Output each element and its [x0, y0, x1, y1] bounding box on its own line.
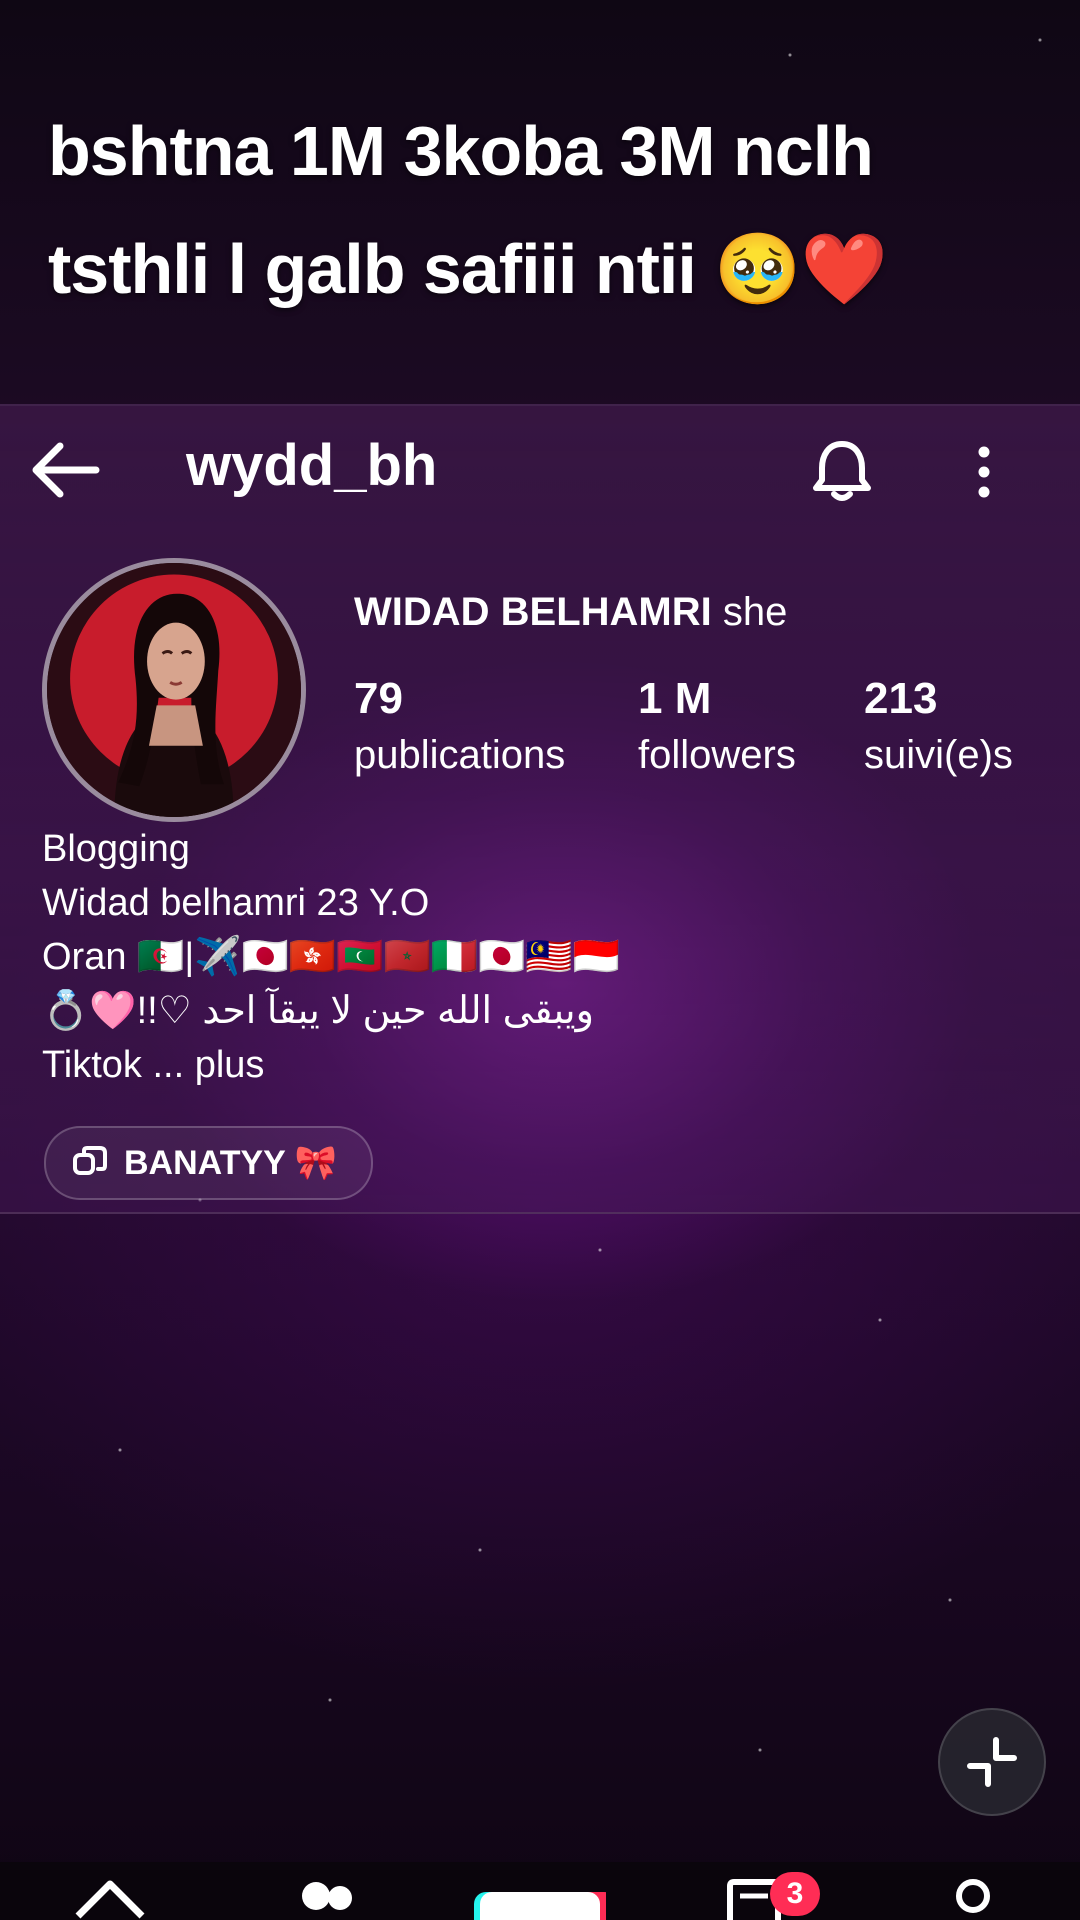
stat-label: suivi(e)s [864, 733, 1013, 777]
caption-line-2: tsthli l galb safiii ntii 🥹❤️ [48, 210, 1038, 328]
profile-username: wydd_bh [186, 433, 438, 498]
bio-line: Blogging [42, 828, 190, 870]
friends-icon[interactable] [294, 1876, 360, 1920]
home-icon[interactable] [72, 1876, 148, 1920]
stat-publications[interactable]: 79 publications [354, 670, 565, 782]
display-name-text: WIDAD BELHAMRI [354, 590, 712, 634]
bio-line: Widad belhamri 23 Y.O [42, 882, 430, 924]
stat-value: 1 M [638, 674, 712, 723]
caption-emojis: 🥹❤️ [714, 228, 887, 310]
caption-line-1: bshtna 1M 3koba 3M nclh [48, 112, 874, 190]
stat-following[interactable]: 213 suivi(e)s [864, 670, 1013, 782]
stat-value: 79 [354, 674, 403, 723]
highlight-link-chip[interactable]: BANATYY 🎀 [44, 1126, 373, 1200]
collapse-icon [967, 1737, 1017, 1787]
bio-line: Oran 🇩🇿|✈️🇯🇵🇭🇰🇲🇻🇲🇦🇮🇹🇯🇵🇲🇾🇮🇩 [42, 936, 621, 978]
stat-followers[interactable]: 1 M followers [638, 670, 796, 782]
stat-value: 213 [864, 674, 938, 723]
bell-icon[interactable] [808, 436, 876, 504]
pronouns: she [722, 590, 788, 634]
avatar[interactable] [42, 558, 306, 822]
link-chip-icon [73, 1146, 107, 1175]
video-caption: bshtna 1M 3koba 3M nclh tsthli l galb sa… [48, 92, 1038, 328]
display-name: WIDAD BELHAMRI she [354, 590, 787, 635]
exit-fullscreen-button[interactable] [938, 1708, 1046, 1816]
stat-label: publications [354, 733, 566, 777]
create-icon[interactable] [474, 1892, 606, 1920]
avatar-portrait [47, 563, 301, 817]
arrow-left-icon[interactable] [26, 438, 102, 502]
inbox-badge: 3 [770, 1872, 820, 1916]
profile-icon[interactable] [948, 1876, 998, 1920]
bio-more-link[interactable]: Tiktok ... plus [42, 1038, 762, 1092]
vertical-dots-icon[interactable] [970, 444, 998, 500]
stat-label: followers [638, 733, 796, 777]
caption-line-2-text: tsthli l galb safiii ntii [48, 230, 697, 308]
profile-bio: Blogging Widad belhamri 23 Y.O Oran 🇩🇿|✈… [42, 822, 762, 1092]
link-chip-label: BANATYY 🎀 [124, 1144, 337, 1182]
bio-line-arabic: ويبقى الله حين لا يبقآ احد ♡!!🩷💍 [42, 990, 594, 1032]
